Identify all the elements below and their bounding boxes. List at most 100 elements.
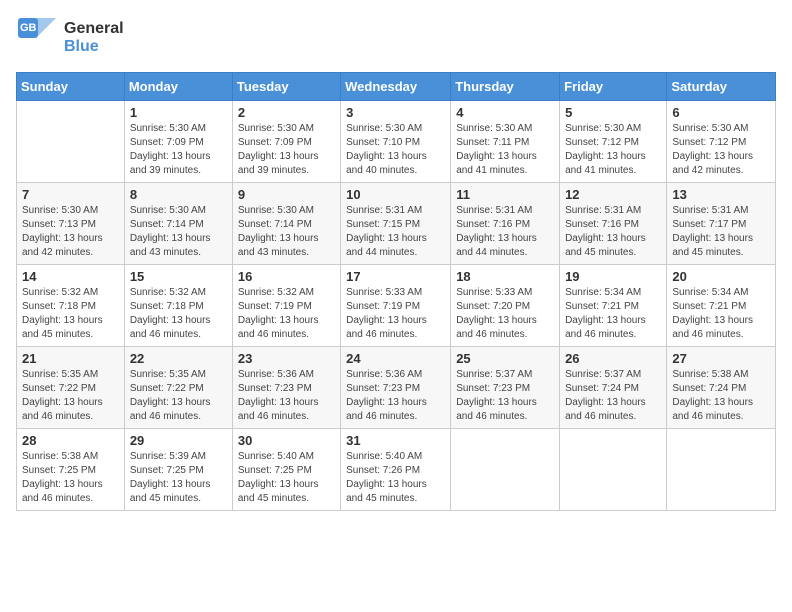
calendar-week-row: 14Sunrise: 5:32 AMSunset: 7:18 PMDayligh… [17,265,776,347]
calendar-cell: 31Sunrise: 5:40 AMSunset: 7:26 PMDayligh… [341,429,451,511]
day-info-line: Sunset: 7:23 PM [238,383,312,394]
day-info-line: Sunrise: 5:30 AM [238,205,314,216]
day-info-line: Sunrise: 5:30 AM [456,123,532,134]
day-info: Sunrise: 5:34 AMSunset: 7:21 PMDaylight:… [565,286,661,342]
calendar-cell: 16Sunrise: 5:32 AMSunset: 7:19 PMDayligh… [232,265,340,347]
day-info-line: and 46 minutes. [672,329,743,340]
day-number: 30 [238,433,335,448]
day-info-line: Sunrise: 5:31 AM [456,205,532,216]
day-info: Sunrise: 5:36 AMSunset: 7:23 PMDaylight:… [238,368,335,424]
day-number: 25 [456,351,554,366]
day-info-line: Daylight: 13 hours [565,397,646,408]
day-info-line: and 46 minutes. [130,411,201,422]
day-info-line: Sunrise: 5:34 AM [565,287,641,298]
day-info-line: and 46 minutes. [238,411,309,422]
day-info-line: Sunset: 7:18 PM [22,301,96,312]
day-info-line: Daylight: 13 hours [672,315,753,326]
day-info-line: and 46 minutes. [456,329,527,340]
day-info-line: Sunrise: 5:30 AM [238,123,314,134]
day-info: Sunrise: 5:30 AMSunset: 7:14 PMDaylight:… [238,204,335,260]
day-info-line: Sunset: 7:22 PM [130,383,204,394]
day-info-line: and 44 minutes. [456,247,527,258]
day-info: Sunrise: 5:31 AMSunset: 7:16 PMDaylight:… [456,204,554,260]
calendar-week-row: 21Sunrise: 5:35 AMSunset: 7:22 PMDayligh… [17,347,776,429]
day-info-line: Sunset: 7:09 PM [238,137,312,148]
day-info: Sunrise: 5:32 AMSunset: 7:19 PMDaylight:… [238,286,335,342]
day-info-line: and 46 minutes. [130,329,201,340]
day-info-line: Daylight: 13 hours [22,479,103,490]
day-number: 7 [22,187,119,202]
day-info-line: Sunrise: 5:35 AM [130,369,206,380]
day-info-line: Sunrise: 5:37 AM [456,369,532,380]
calendar-cell: 20Sunrise: 5:34 AMSunset: 7:21 PMDayligh… [667,265,776,347]
day-info-line: Sunset: 7:20 PM [456,301,530,312]
day-info-line: Daylight: 13 hours [346,315,427,326]
weekday-header: Tuesday [232,73,340,101]
day-info: Sunrise: 5:30 AMSunset: 7:13 PMDaylight:… [22,204,119,260]
day-number: 4 [456,105,554,120]
day-info: Sunrise: 5:39 AMSunset: 7:25 PMDaylight:… [130,450,227,506]
calendar-cell: 17Sunrise: 5:33 AMSunset: 7:19 PMDayligh… [341,265,451,347]
day-info-line: Daylight: 13 hours [22,397,103,408]
weekday-header: Wednesday [341,73,451,101]
day-info: Sunrise: 5:32 AMSunset: 7:18 PMDaylight:… [22,286,119,342]
logo-blue: Blue [64,38,124,56]
day-info-line: Sunrise: 5:32 AM [22,287,98,298]
day-info-line: Daylight: 13 hours [238,315,319,326]
day-info-line: and 41 minutes. [565,165,636,176]
day-info-line: Sunset: 7:15 PM [346,219,420,230]
day-info-line: Daylight: 13 hours [130,397,211,408]
calendar-cell [451,429,560,511]
day-info-line: Sunset: 7:23 PM [456,383,530,394]
day-info: Sunrise: 5:34 AMSunset: 7:21 PMDaylight:… [672,286,770,342]
day-info-line: Sunset: 7:11 PM [456,137,529,148]
calendar-cell: 2Sunrise: 5:30 AMSunset: 7:09 PMDaylight… [232,101,340,183]
day-info-line: Sunset: 7:25 PM [130,465,204,476]
day-info-line: and 45 minutes. [672,247,743,258]
day-info-line: Sunrise: 5:33 AM [346,287,422,298]
day-info-line: Sunrise: 5:32 AM [238,287,314,298]
day-number: 11 [456,187,554,202]
day-info-line: and 45 minutes. [565,247,636,258]
day-number: 24 [346,351,445,366]
day-info-line: and 45 minutes. [130,493,201,504]
calendar-cell: 7 Sunrise: 5:30 AMSunset: 7:13 PMDaylight… [17,183,125,265]
day-number: 13 [672,187,770,202]
day-info-line: Daylight: 13 hours [456,315,537,326]
calendar-cell: 4Sunrise: 5:30 AMSunset: 7:11 PMDaylight… [451,101,560,183]
day-info-line: and 45 minutes. [22,329,93,340]
day-number: 22 [130,351,227,366]
day-info: Sunrise: 5:30 AMSunset: 7:12 PMDaylight:… [672,122,770,178]
day-number: 28 [22,433,119,448]
calendar-cell: 27Sunrise: 5:38 AMSunset: 7:24 PMDayligh… [667,347,776,429]
calendar-cell: 10Sunrise: 5:31 AMSunset: 7:15 PMDayligh… [341,183,451,265]
calendar-cell: 24Sunrise: 5:36 AMSunset: 7:23 PMDayligh… [341,347,451,429]
day-info-line: Sunrise: 5:38 AM [22,451,98,462]
day-number: 12 [565,187,661,202]
day-info-line: Daylight: 13 hours [130,151,211,162]
calendar-cell: 8Sunrise: 5:30 AMSunset: 7:14 PMDaylight… [124,183,232,265]
calendar-table: SundayMondayTuesdayWednesdayThursdayFrid… [16,72,776,511]
day-number: 15 [130,269,227,284]
day-info-line: Sunset: 7:25 PM [22,465,96,476]
day-info: Sunrise: 5:30 AMSunset: 7:09 PMDaylight:… [130,122,227,178]
day-number: 3 [346,105,445,120]
day-number: 9 [238,187,335,202]
day-info: Sunrise: 5:40 AMSunset: 7:26 PMDaylight:… [346,450,445,506]
day-info-line: Sunset: 7:21 PM [565,301,639,312]
day-info-line: Sunset: 7:12 PM [672,137,746,148]
day-info-line: Daylight: 13 hours [672,397,753,408]
calendar-cell [17,101,125,183]
day-info-line: and 42 minutes. [672,165,743,176]
day-info-line: Daylight: 13 hours [22,233,103,244]
day-info-line: Sunrise: 5:35 AM [22,369,98,380]
day-info-line: and 42 minutes. [22,247,93,258]
day-info-line: Daylight: 13 hours [238,151,319,162]
calendar-cell: 13Sunrise: 5:31 AMSunset: 7:17 PMDayligh… [667,183,776,265]
day-info-line: Sunrise: 5:40 AM [346,451,422,462]
day-info-line: Daylight: 13 hours [346,151,427,162]
day-info-line: and 46 minutes. [565,411,636,422]
weekday-header: Monday [124,73,232,101]
day-info-line: Sunrise: 5:30 AM [130,205,206,216]
day-info-line: Daylight: 13 hours [456,397,537,408]
